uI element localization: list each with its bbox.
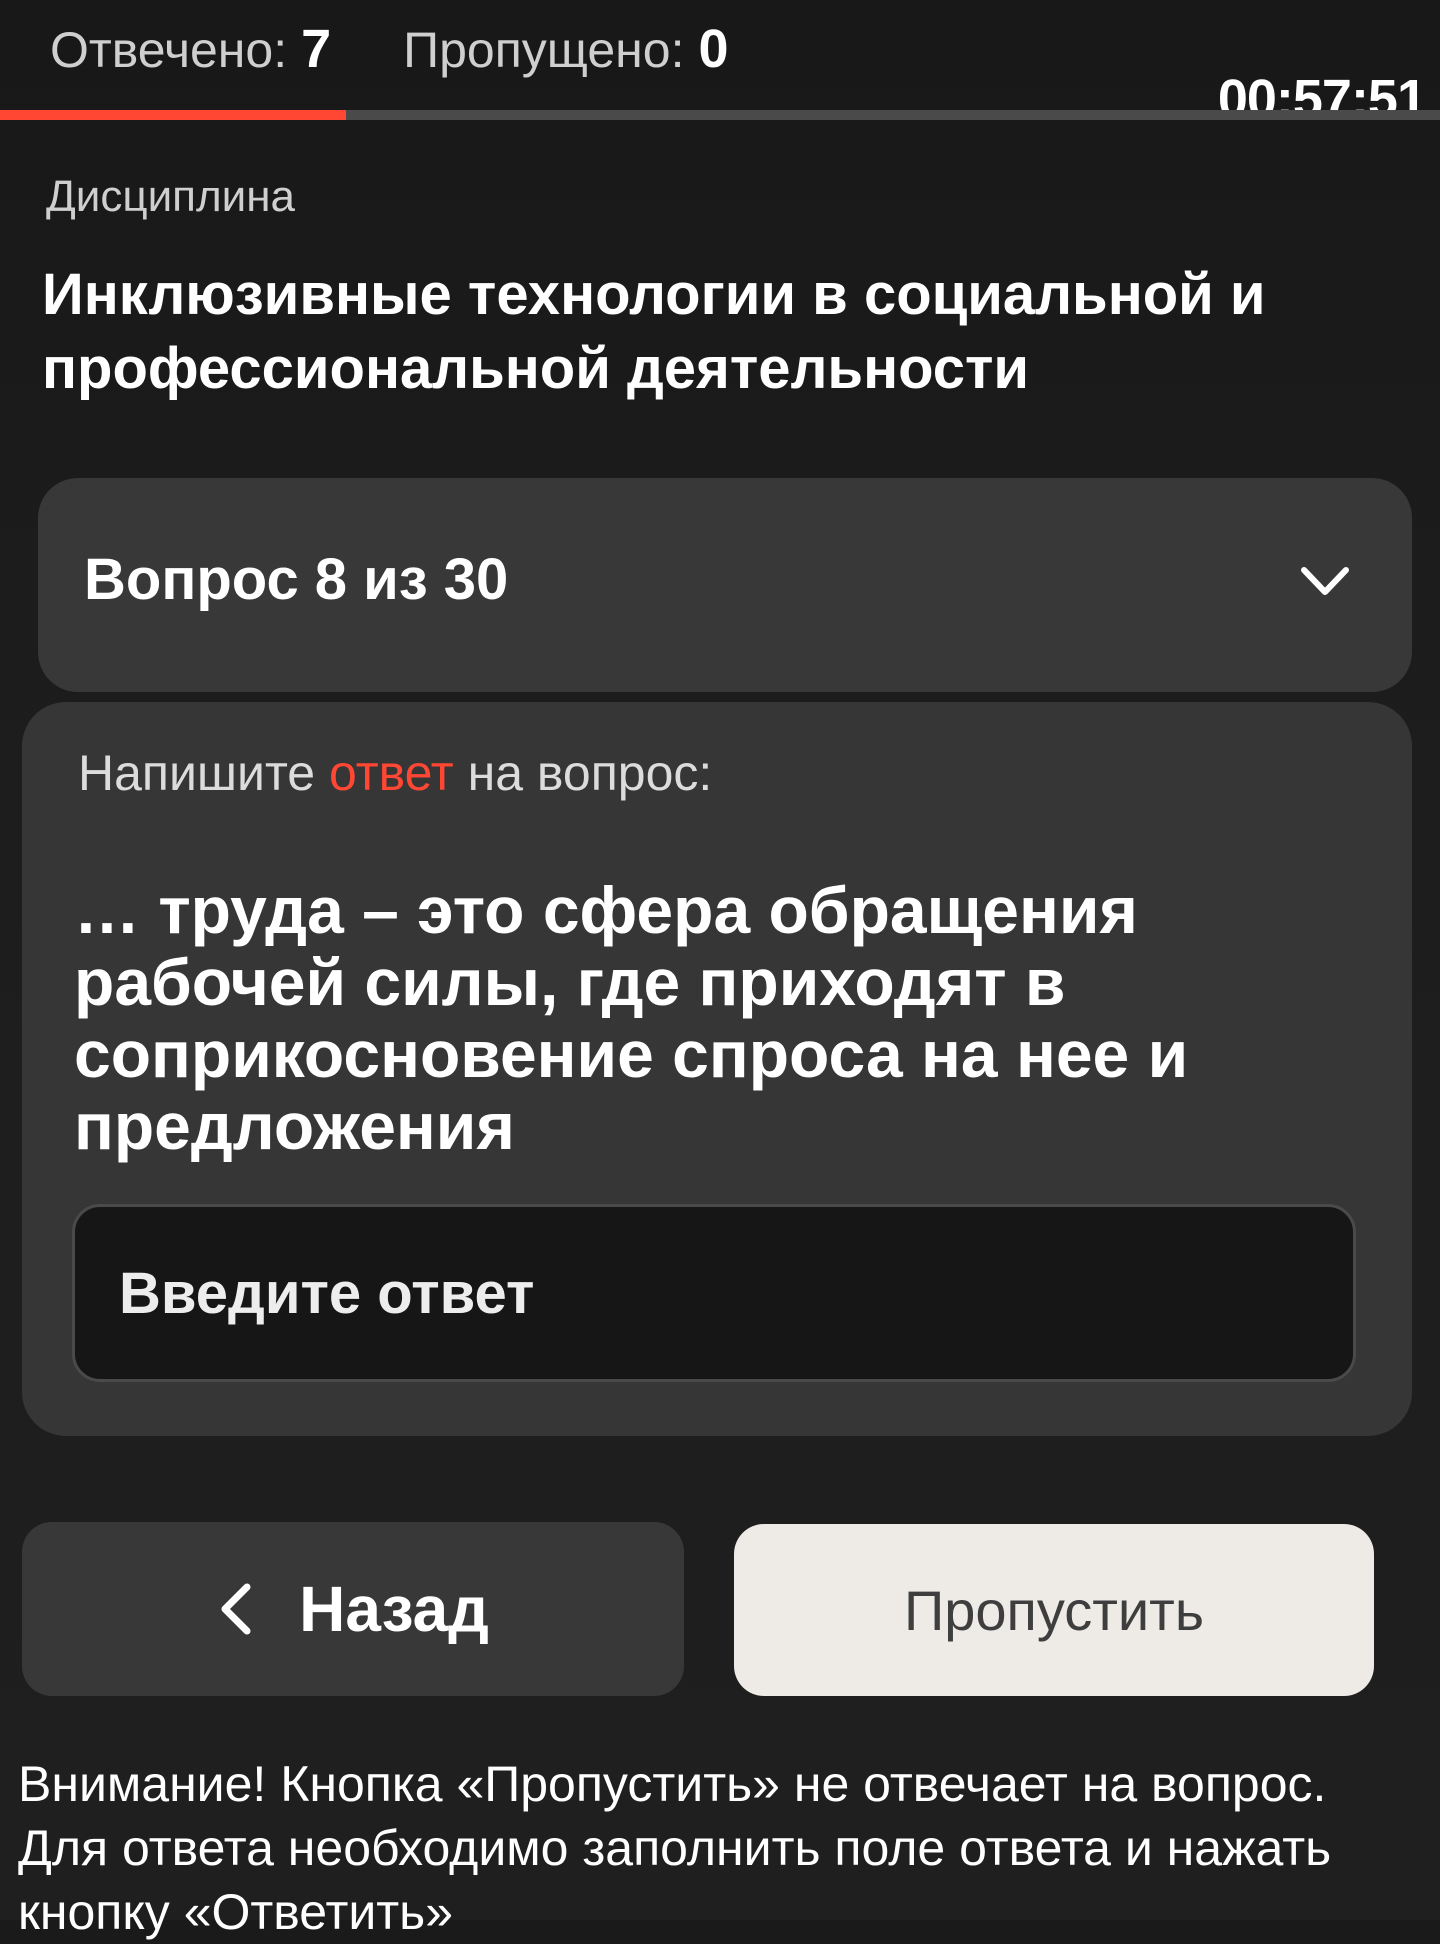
answered-count: 7: [301, 19, 332, 79]
question-counter: Вопрос 8 из 30: [84, 547, 509, 612]
skipped-stat: Пропущено: 0: [403, 18, 728, 80]
discipline-label: Дисциплина: [46, 172, 296, 221]
answered-stat: Отвечено: 7: [50, 18, 331, 80]
test-screen: Отвечено: 7 Пропущено: 0 00:57:51 Дисцип…: [0, 0, 1440, 1940]
back-button-label: Назад: [299, 1573, 489, 1645]
answer-input[interactable]: [72, 1204, 1356, 1382]
answered-label: Отвечено:: [50, 22, 288, 78]
progress-fill: [0, 110, 346, 120]
discipline-title: Инклюзивные технологии в социальной и пр…: [42, 262, 1266, 401]
skip-button-label: Пропустить: [904, 1578, 1204, 1642]
prompt-text-after: на вопрос:: [467, 745, 713, 801]
skip-warning-notice: Внимание! Кнопка «Пропустить» не отвечае…: [18, 1756, 1332, 1940]
answer-prompt: Напишите ответ на вопрос:: [78, 744, 712, 802]
chevron-left-icon: [221, 1583, 251, 1635]
prompt-text-before: Напишите: [78, 745, 316, 801]
question-selector[interactable]: Вопрос 8 из 30: [38, 478, 1412, 692]
back-button[interactable]: Назад: [22, 1522, 684, 1696]
progress-bar: [0, 110, 1440, 120]
prompt-text-accent: ответ: [329, 745, 454, 801]
question-text: … труда – это сфера обращения рабочей си…: [74, 873, 1189, 1163]
stats-bar: Отвечено: 7 Пропущено: 0: [50, 18, 729, 80]
chevron-down-icon: [1301, 567, 1349, 595]
question-card: Напишите ответ на вопрос: … труда – это …: [22, 702, 1412, 1436]
skipped-label: Пропущено:: [403, 22, 685, 78]
skipped-count: 0: [698, 19, 729, 79]
timer: 00:57:51: [1217, 69, 1427, 129]
skip-button[interactable]: Пропустить: [734, 1524, 1374, 1696]
